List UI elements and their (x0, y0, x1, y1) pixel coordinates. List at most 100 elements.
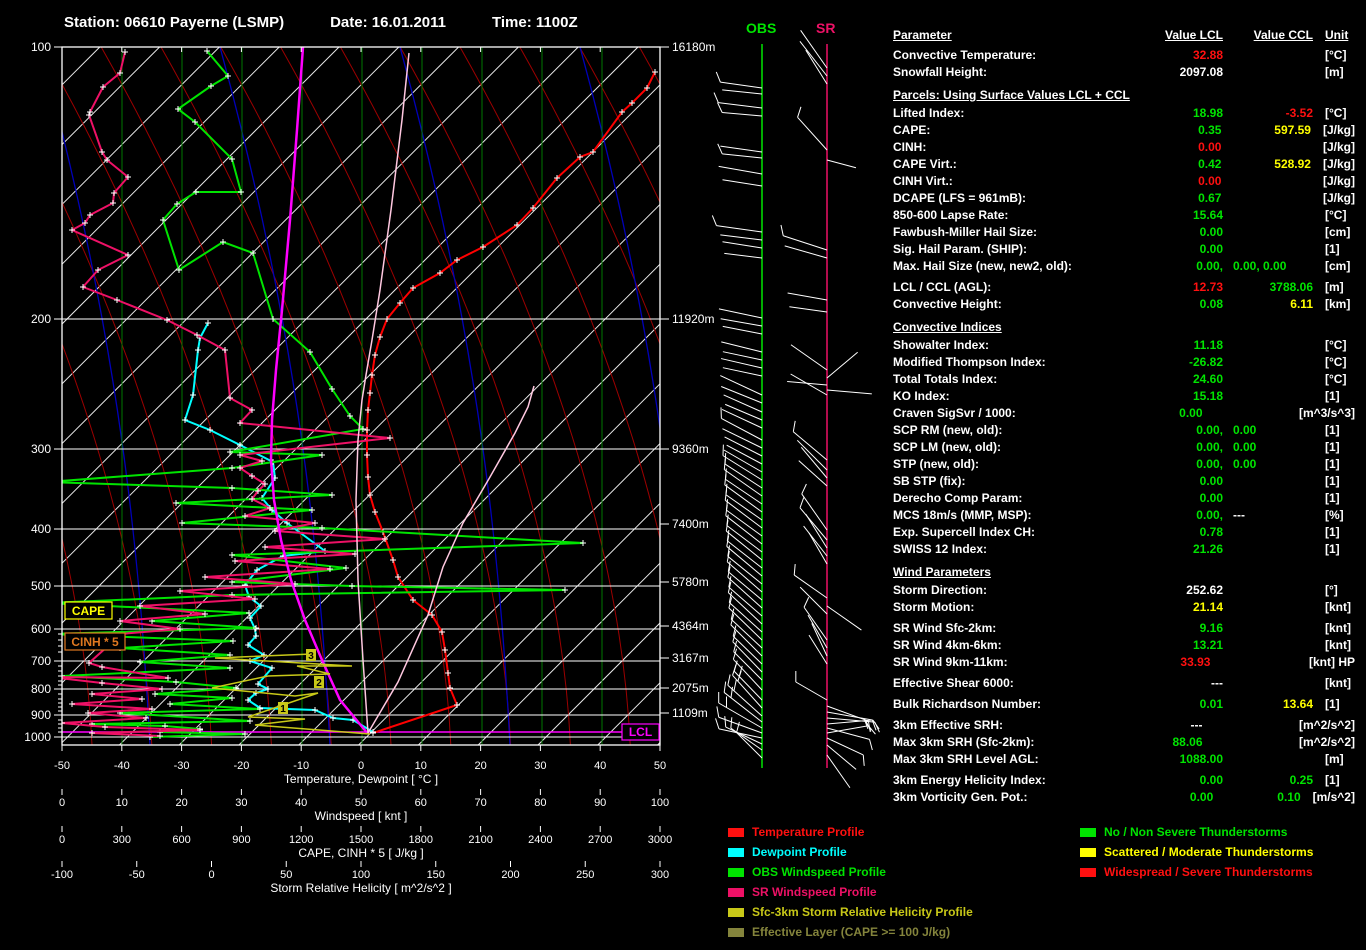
legend-item-profile: Dewpoint Profile (728, 845, 847, 859)
axis-tick-label: 0 (59, 797, 65, 809)
axis-tick-label: 100 (352, 869, 370, 881)
unit-label: [J/kg] (1322, 140, 1355, 154)
skewt-chart: 123100200300400500600700800900100016180m… (24, 20, 880, 895)
table-section-title: Parcels: Using Surface Values LCL + CCL (893, 88, 1130, 102)
pressure-label: 300 (31, 442, 51, 456)
pressure-label: 500 (31, 579, 51, 593)
axis-tick-label: 90 (594, 797, 606, 809)
param-label: Exp. Supercell Index CH: (893, 525, 1036, 539)
axis-tick-label: 0 (358, 760, 364, 772)
height-label: 7400m (672, 517, 709, 531)
unit-label: [knt] (1325, 600, 1351, 614)
legend-swatch-icon (728, 827, 744, 837)
axis-tick-label: 2400 (528, 834, 552, 846)
legend-swatch-icon (1080, 827, 1096, 837)
pressure-label: 600 (31, 622, 51, 636)
axis-tick-label: 40 (594, 760, 606, 772)
table-row: SCP LM (new, old): 0.00, 0.00 [1] (893, 439, 1355, 456)
lcl-box-label: LCL (629, 725, 652, 739)
skewt-background-grid (62, 47, 660, 745)
param-label: Max. Hail Size (new, new2, old): (893, 259, 1072, 273)
unit-label: [1] (1325, 389, 1340, 403)
param-label: SWISS 12 Index: (893, 542, 988, 556)
value-ccl: 0.00 (1233, 423, 1257, 437)
value-lcl: 0.00, (1196, 508, 1223, 522)
param-label: SR Wind 9km-11km: (893, 655, 1008, 669)
unit-label: [m] (1325, 65, 1344, 79)
unit-label: [J/kg] (1322, 191, 1355, 205)
table-row: Fawbush-Miller Hail Size: 0.00 [cm] (893, 224, 1355, 241)
value-lcl: 0.00, (1196, 259, 1223, 273)
value-ccl: 13.64 (1282, 697, 1313, 711)
svg-text:1: 1 (280, 704, 286, 715)
legend-item-profile: OBS Windspeed Profile (728, 865, 886, 879)
axis-tick-label: 300 (651, 869, 669, 881)
parcel_a-profile-line (355, 52, 410, 734)
axis-tick-label: -20 (233, 760, 249, 772)
unit-label: [km] (1325, 297, 1351, 311)
height-label: 5780m (672, 575, 709, 589)
table-row: Craven SigSvr / 1000: 0.00 [m^3/s^3] (893, 405, 1355, 422)
unit-label: [1] (1325, 697, 1340, 711)
unit-label: [m] (1325, 752, 1344, 766)
unit-label: [1] (1325, 542, 1340, 556)
unit-label: [°C] (1325, 338, 1347, 352)
param-label: KO Index: (893, 389, 950, 403)
axis-tick-label: 2700 (588, 834, 612, 846)
unit-label: [m^2/s^2] (1298, 735, 1355, 749)
param-label: STP (new, old): (893, 457, 979, 471)
table-row: Storm Direction: 252.62 [°] (893, 582, 1355, 599)
param-label: SCP RM (new, old): (893, 423, 1003, 437)
unit-label: [%] (1325, 508, 1344, 522)
value-lcl: 0.00 (1199, 474, 1223, 488)
col-value-ccl: Value CCL (1253, 28, 1313, 42)
table-row: Lifted Index: 18.98 -3.52 [°C] (893, 105, 1355, 122)
value-lcl: 0.00, (1196, 440, 1223, 454)
param-label: Storm Motion: (893, 600, 975, 614)
axis-tick-label: 0 (208, 869, 214, 881)
table-row: Effective Shear 6000: --- [knt] (893, 675, 1355, 692)
table-row: 3km Effective SRH: --- [m^2/s^2] (893, 717, 1355, 734)
param-label: SR Wind 4km-6km: (893, 638, 1002, 652)
value-ccl: 0.10 (1277, 790, 1301, 804)
axis-tick-label: 10 (116, 797, 128, 809)
plot-border (61, 46, 661, 746)
unit-label: [°C] (1325, 372, 1347, 386)
value-ccl: 597.59 (1274, 123, 1311, 137)
axis-tick-label: 200 (501, 869, 519, 881)
table-row: Bulk Richardson Number: 0.01 13.64 [1] (893, 696, 1355, 713)
table-row: Storm Motion: 21.14 [knt] (893, 599, 1355, 616)
axis-tick-label: 600 (172, 834, 190, 846)
value-ccl: --- (1233, 508, 1245, 522)
value-lcl: 0.00 (1199, 773, 1223, 787)
unit-label: [m^3/s^3] (1298, 406, 1355, 420)
obs-column-label: OBS (746, 20, 776, 36)
table-row: Derecho Comp Param: 0.00 [1] (893, 490, 1355, 507)
value-lcl: 0.00 (1199, 242, 1223, 256)
value-lcl: 0.01 (1199, 697, 1223, 711)
table-row: 850-600 Lapse Rate: 15.64 [°C] (893, 207, 1355, 224)
unit-label: [cm] (1325, 259, 1351, 273)
value-lcl: 0.67 (1198, 191, 1222, 205)
table-row: Max. Hail Size (new, new2, old): 0.00, 0.0… (893, 258, 1355, 275)
table-row: DCAPE (LFS = 961mB): 0.67 [J/kg] (893, 190, 1355, 207)
unit-label: [knt] (1325, 621, 1351, 635)
unit-label: [m^2/s^2] (1298, 718, 1355, 732)
height-label: 9360m (672, 442, 709, 456)
sr-wind-barbs (780, 30, 880, 789)
axis-tick-label: 30 (534, 760, 546, 772)
legend-swatch-icon (728, 847, 744, 857)
param-label: Derecho Comp Param: (893, 491, 1023, 505)
param-label: Storm Direction: (893, 583, 988, 597)
axis-tick-label: 1200 (289, 834, 313, 846)
value-ccl: -3.52 (1285, 106, 1313, 120)
unit-label: [1] (1325, 440, 1340, 454)
legend-label: Sfc-3km Storm Relative Helicity Profile (752, 905, 973, 919)
value-lcl: 18.98 (1192, 106, 1223, 120)
parameter-table: Parameter Value LCL Value CCL Unit Conve… (893, 27, 1355, 806)
value-lcl: 12.73 (1192, 280, 1223, 294)
col-value-lcl: Value LCL (1164, 28, 1223, 42)
pressure-label: 900 (31, 708, 51, 722)
value-ccl: 0.00 (1233, 440, 1257, 454)
pressure-label: 100 (31, 40, 51, 54)
